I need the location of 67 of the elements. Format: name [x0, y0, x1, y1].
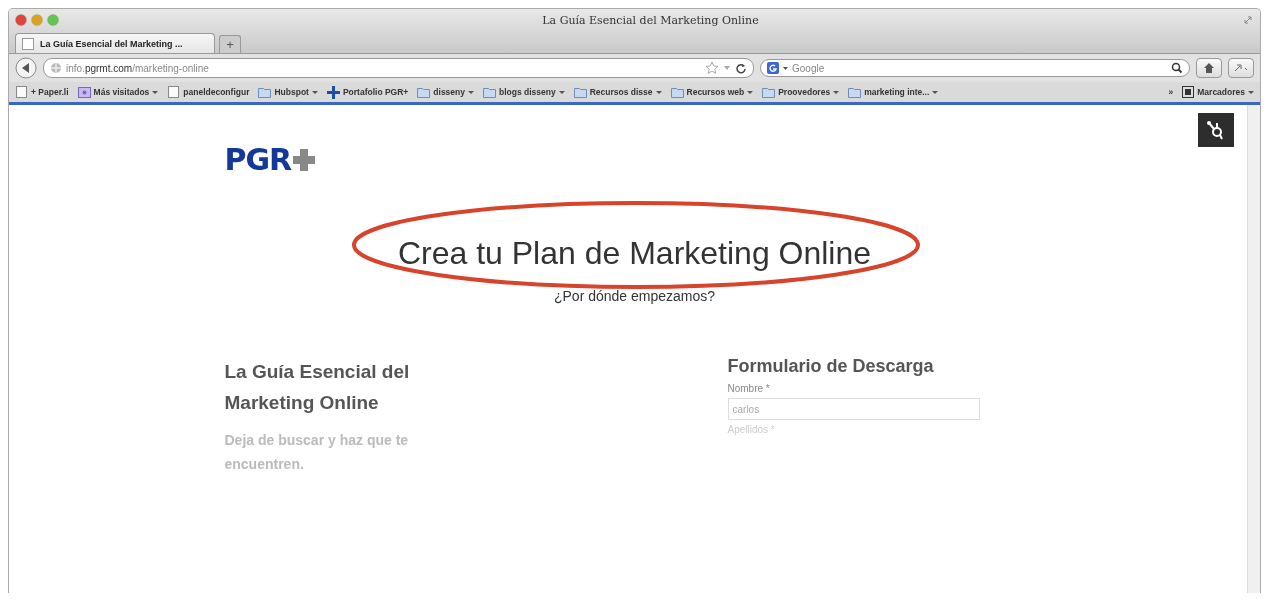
folder-icon — [573, 85, 587, 99]
bookmark-item[interactable]: Recursos web — [670, 85, 754, 99]
page-headline: Crea tu Plan de Marketing Online — [397, 235, 872, 272]
globe-icon — [50, 62, 62, 74]
guide-lead: Deja de buscar y haz que te encuentren. — [224, 431, 410, 474]
search-engine-icon[interactable] — [767, 62, 779, 74]
caret-icon — [311, 89, 318, 95]
page-icon — [167, 85, 181, 99]
plus-icon — [326, 85, 340, 99]
caret-icon — [932, 89, 939, 95]
caret-icon — [558, 89, 565, 95]
folder-icon — [258, 85, 272, 99]
scrollbar[interactable] — [1247, 105, 1260, 593]
close-button[interactable] — [15, 14, 27, 26]
window-title: La Guía Esencial del Marketing Online — [541, 13, 760, 27]
overflow-button[interactable]: » — [1168, 87, 1174, 97]
browser-tab[interactable]: La Guía Esencial del Marketing ... — [15, 33, 215, 53]
logo: PGR — [224, 145, 316, 175]
bookmark-item[interactable]: Hubspot — [258, 85, 318, 99]
home-icon — [1203, 62, 1215, 74]
sprocket-button[interactable] — [1198, 113, 1234, 147]
home-button[interactable] — [1196, 58, 1222, 78]
new-tab-button[interactable]: + — [219, 35, 241, 53]
bookmark-item[interactable]: Recursos disse — [573, 85, 662, 99]
address-field[interactable]: info.pgrmt.com/marketing-online — [43, 58, 754, 78]
search-icon[interactable] — [1171, 62, 1183, 74]
bookmark-item[interactable]: disseny — [417, 85, 474, 99]
bookmarks-icon — [1182, 86, 1195, 98]
reload-icon[interactable] — [735, 62, 747, 74]
folder-icon — [417, 85, 431, 99]
bookmarks-menu[interactable]: Marcadores — [1182, 86, 1254, 98]
caret-icon — [152, 89, 159, 95]
plus-icon — [293, 149, 316, 171]
folder-icon — [77, 85, 91, 99]
field-label: Nombre * — [727, 383, 771, 394]
folder-icon — [762, 85, 776, 99]
bookmark-item[interactable]: Portafolio PGR+ — [326, 85, 409, 99]
search-bar[interactable]: Google — [760, 59, 1190, 77]
tools-icon — [1233, 62, 1249, 74]
caret-icon — [655, 89, 662, 95]
caret-icon — [747, 89, 754, 95]
caret-icon — [833, 89, 840, 95]
folder-icon — [670, 85, 684, 99]
form-title: Formulario de Descarga — [727, 356, 935, 377]
page-subheadline: ¿Por dónde empezamos? — [553, 288, 716, 304]
caret-icon — [783, 65, 788, 71]
caret-icon — [1248, 89, 1254, 95]
back-button[interactable] — [15, 57, 37, 79]
zoom-button[interactable] — [47, 14, 59, 26]
bookmark-item[interactable]: + Paper.li — [15, 85, 69, 99]
page-icon — [15, 85, 28, 99]
bookmark-item[interactable]: Más visitados — [77, 85, 159, 99]
folder-icon — [848, 85, 862, 99]
caret-icon — [468, 89, 474, 95]
page-icon — [22, 37, 34, 50]
bookmark-item[interactable]: marketing inte... — [848, 85, 939, 99]
bookmark-item[interactable]: Proovedores — [762, 85, 840, 99]
fullscreen-icon[interactable] — [1242, 14, 1254, 26]
star-icon[interactable] — [705, 61, 719, 75]
bookmark-item[interactable]: paneldeconfigur — [167, 85, 250, 99]
search-field[interactable]: Google — [792, 62, 1167, 74]
minimize-button[interactable] — [31, 14, 43, 26]
sprocket-icon — [1206, 119, 1226, 141]
folder-icon — [483, 85, 496, 99]
bookmark-item[interactable]: blogs disseny — [483, 85, 565, 99]
menu-button[interactable] — [1228, 58, 1254, 78]
guide-title: La Guía Esencial del Marketing Online — [224, 360, 411, 415]
